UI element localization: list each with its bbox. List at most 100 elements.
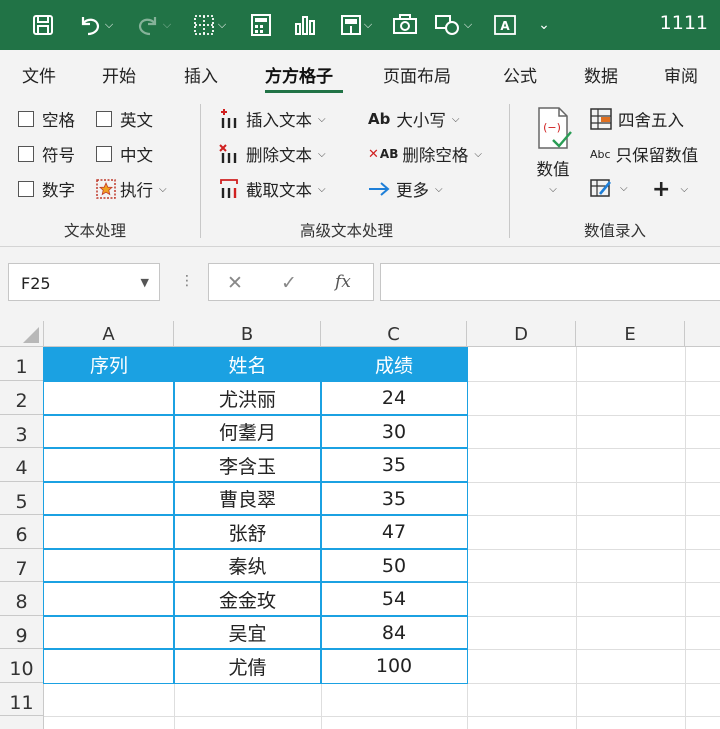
column-header-d[interactable]: D <box>467 321 576 347</box>
column-header-c[interactable]: C <box>321 321 467 347</box>
cell-name[interactable]: 张舒 <box>174 515 321 549</box>
borders-icon[interactable]: ⌵ <box>186 10 232 40</box>
cell-score[interactable]: 30 <box>321 415 467 448</box>
round-button[interactable]: 四舍五入 <box>590 107 684 131</box>
case-button[interactable]: Ab 大小写 ⌵ <box>368 107 459 131</box>
splitter-handle[interactable]: ⋮ <box>180 273 194 289</box>
row-header-4[interactable]: 4 <box>0 448 44 482</box>
column-header-e[interactable]: E <box>576 321 685 347</box>
cell-name[interactable]: 吴宜 <box>174 616 321 649</box>
cell-name[interactable]: 秦纨 <box>174 549 321 582</box>
cell-score[interactable]: 47 <box>321 515 467 549</box>
confirm-icon[interactable]: ✓ <box>281 272 297 294</box>
table-rule <box>320 347 322 683</box>
more-button[interactable]: 更多 ⌵ <box>368 177 443 201</box>
tab-fangfang[interactable]: 方方格子 <box>265 62 333 87</box>
execute-button[interactable]: 执行 ⌵ <box>96 177 167 201</box>
row-header-9[interactable]: 9 <box>0 616 44 649</box>
bar-chart-icon[interactable] <box>290 10 320 40</box>
row-header-8[interactable]: 8 <box>0 582 44 616</box>
tab-insert[interactable]: 插入 <box>184 62 218 87</box>
save-icon[interactable] <box>28 10 58 40</box>
check-number[interactable]: 数字 <box>18 177 75 201</box>
tab-page-layout[interactable]: 页面布局 <box>383 62 451 87</box>
cell-a1-header[interactable]: 序列 <box>44 347 174 381</box>
delete-text-icon <box>218 143 240 165</box>
column-header-a[interactable]: A <box>44 321 174 347</box>
cell-name[interactable]: 尤倩 <box>174 649 321 683</box>
cell-name[interactable]: 李含玉 <box>174 448 321 482</box>
cell-score[interactable]: 84 <box>321 616 467 649</box>
dropdown-arrow-icon: ▼ <box>140 276 149 289</box>
keep-number-button[interactable]: Abc 只保留数值 <box>590 142 698 166</box>
check-english[interactable]: 英文 <box>96 107 153 131</box>
row-header-5[interactable]: 5 <box>0 482 44 515</box>
redo-icon[interactable]: ⌵ <box>130 10 176 40</box>
row-header-2[interactable]: 2 <box>0 381 44 415</box>
insert-text-button[interactable]: 插入文本 ⌵ <box>218 107 326 131</box>
tab-data[interactable]: 数据 <box>584 62 618 87</box>
spreadsheet-grid: A B C D E 1 2 3 4 5 6 7 8 9 10 11 序列 姓名 … <box>0 321 720 729</box>
table-rule <box>44 414 467 416</box>
ribbon-panel: 空格 英文 符号 中文 数字 执行 ⌵ 文本处理 插入文本 ⌵ 删除文本 ⌵ 截… <box>0 96 720 247</box>
checkbox-icon <box>96 146 112 162</box>
edit-table-button[interactable]: ⌵ <box>590 177 628 199</box>
merge-cells-icon[interactable]: ⌵ <box>334 10 378 40</box>
formula-input[interactable] <box>380 263 720 301</box>
calculator-icon[interactable] <box>246 10 276 40</box>
name-box[interactable]: F25 ▼ <box>8 263 160 301</box>
tab-file[interactable]: 文件 <box>22 62 56 87</box>
undo-icon[interactable]: ⌵ <box>72 10 118 40</box>
row-header-6[interactable]: 6 <box>0 515 44 549</box>
row-header-3[interactable]: 3 <box>0 415 44 448</box>
cell-score[interactable]: 35 <box>321 482 467 515</box>
column-header-b[interactable]: B <box>174 321 321 347</box>
select-all-corner[interactable] <box>0 321 44 347</box>
cell-name[interactable]: 尤洪丽 <box>174 381 321 415</box>
cell-score[interactable]: 35 <box>321 448 467 482</box>
add-button[interactable]: + ⌵ <box>652 177 688 202</box>
tab-home[interactable]: 开始 <box>102 62 136 87</box>
cancel-icon[interactable]: ✕ <box>227 272 243 294</box>
table-rule <box>44 514 467 516</box>
cell-score[interactable]: 54 <box>321 582 467 616</box>
row-header-11[interactable]: 11 <box>0 683 44 716</box>
case-icon: Ab <box>368 110 391 128</box>
delete-space-button[interactable]: ✕ AB 删除空格 ⌵ <box>368 142 482 166</box>
cell-name[interactable]: 何耋月 <box>174 415 321 448</box>
row-header-10[interactable]: 10 <box>0 649 44 683</box>
textbox-icon[interactable]: A <box>490 10 520 40</box>
cell-score[interactable]: 24 <box>321 381 467 415</box>
extract-text-button[interactable]: 截取文本 ⌵ <box>218 177 326 201</box>
check-chinese[interactable]: 中文 <box>96 142 153 166</box>
insert-function-icon[interactable]: fx <box>335 272 351 292</box>
tab-formulas[interactable]: 公式 <box>503 62 537 87</box>
chevron-down-icon: ⌵ <box>318 148 326 160</box>
row-header-7[interactable]: 7 <box>0 549 44 582</box>
tab-review[interactable]: 审阅 <box>664 62 698 87</box>
row-header-12[interactable] <box>0 716 44 729</box>
row-header-1[interactable]: 1 <box>0 347 44 381</box>
number-icon: (−) <box>533 106 573 154</box>
customize-icon[interactable]: ⌄ <box>534 10 554 40</box>
arrow-right-icon <box>368 178 390 200</box>
shapes-icon[interactable]: ⌵ <box>428 10 478 40</box>
column-header-f[interactable] <box>685 321 720 347</box>
keep-number-icon: Abc <box>590 147 611 161</box>
cell-score[interactable]: 100 <box>321 649 467 683</box>
delete-text-button[interactable]: 删除文本 ⌵ <box>218 142 326 166</box>
number-button[interactable]: (−) 数值 ⌵ <box>530 106 576 206</box>
cell-name[interactable]: 金金玫 <box>174 582 321 616</box>
cell-name[interactable]: 曹良翠 <box>174 482 321 515</box>
chevron-down-icon: ⌵ <box>451 113 460 125</box>
gridline <box>685 347 686 729</box>
cell-c1-header[interactable]: 成绩 <box>321 347 467 381</box>
cell-score[interactable]: 50 <box>321 549 467 582</box>
check-space[interactable]: 空格 <box>18 107 75 131</box>
group-separator <box>509 104 510 238</box>
check-symbol[interactable]: 符号 <box>18 142 75 166</box>
camera-icon[interactable] <box>390 10 420 40</box>
table-rule <box>44 581 467 583</box>
cell-b1-header[interactable]: 姓名 <box>174 347 321 381</box>
table-rule <box>44 380 467 382</box>
